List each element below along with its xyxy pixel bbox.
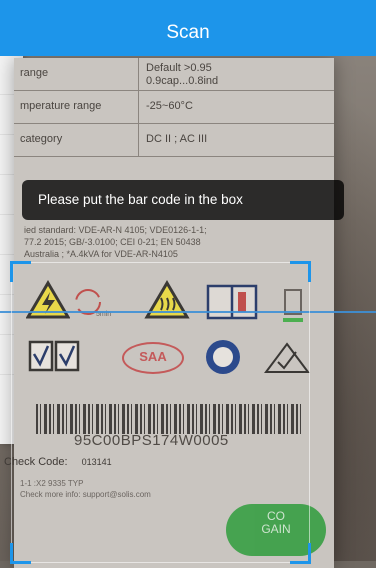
corner-top-left [10, 261, 31, 282]
spec-value: DC II ; AC III [146, 133, 208, 145]
corner-top-right [290, 261, 311, 282]
spec-table: range Default >0.95 0.9cap...0.8ind mper… [14, 58, 334, 157]
spec-key: mperature range [20, 100, 102, 112]
standards-text: ied standard: VDE-AR-N 4105; VDE0126-1-1… [24, 225, 207, 259]
spec-key: range [20, 67, 49, 79]
spec-row: mperature range -25~60°C [14, 91, 334, 124]
scan-instruction-toast: Please put the bar code in the box [22, 180, 344, 220]
scan-instruction-text: Please put the bar code in the box [38, 192, 243, 207]
spec-row: category DC II ; AC III [14, 124, 334, 157]
spec-value: -25~60°C [146, 100, 193, 112]
page-title: Scan [166, 22, 210, 43]
spec-key: category [20, 133, 63, 145]
spec-row: range Default >0.95 0.9cap...0.8ind [14, 58, 334, 91]
scan-frame [10, 261, 311, 564]
spec-value: Default >0.95 0.9cap...0.8ind [146, 62, 219, 87]
top-bar: Scan [0, 0, 376, 56]
